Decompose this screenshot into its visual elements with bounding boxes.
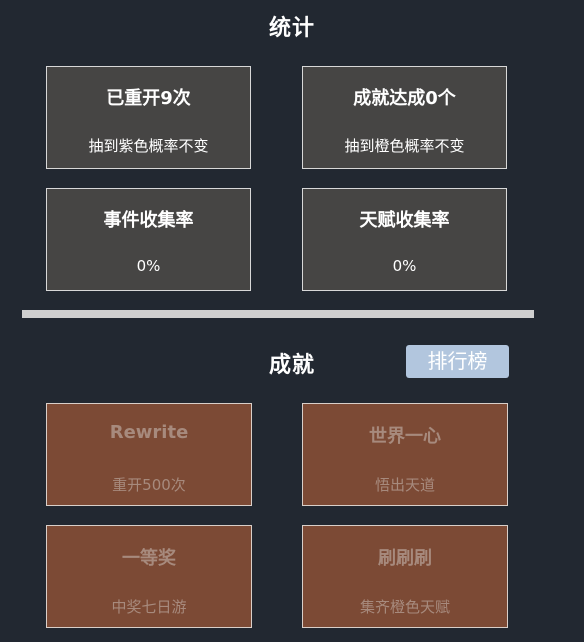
stat-card-title: 成就达成0个 <box>353 88 456 109</box>
achievement-card-world-one-heart[interactable]: 世界一心 悟出天道 <box>302 403 508 506</box>
stat-card-restarts: 已重开9次 抽到紫色概率不变 <box>46 66 251 169</box>
stat-card-value: 0% <box>392 257 417 275</box>
achievement-card-first-prize[interactable]: 一等奖 中奖七日游 <box>46 525 252 628</box>
stat-card-value: 0% <box>136 257 161 275</box>
stat-card-title: 天赋收集率 <box>359 210 450 231</box>
stat-card-title: 事件收集率 <box>103 210 194 231</box>
leaderboard-button[interactable]: 排行榜 <box>406 345 509 378</box>
section-divider <box>22 310 534 318</box>
achievement-title: 刷刷刷 <box>378 548 432 569</box>
achievement-card-rewrite[interactable]: Rewrite 重开500次 <box>46 403 252 506</box>
achievement-title: 世界一心 <box>369 426 441 447</box>
stats-title: 统计 <box>268 16 315 41</box>
stat-card-subtitle: 抽到紫色概率不变 <box>88 137 209 155</box>
stat-card-talent-collection: 天赋收集率 0% <box>302 188 507 291</box>
stat-card-title: 已重开9次 <box>106 88 191 109</box>
stat-card-event-collection: 事件收集率 0% <box>46 188 251 291</box>
achievement-title: Rewrite <box>109 422 189 443</box>
achievement-title: 一等奖 <box>122 548 176 569</box>
stat-card-subtitle: 抽到橙色概率不变 <box>344 137 465 155</box>
lifesim-stats-page: 统计 已重开9次 抽到紫色概率不变 成就达成0个 抽到橙色概率不变 事件收集率 … <box>0 0 584 642</box>
achievement-description: 重开500次 <box>112 476 186 494</box>
achievement-description: 集齐橙色天赋 <box>359 598 450 616</box>
achievement-description: 中奖七日游 <box>111 598 187 616</box>
stat-card-achievements-count: 成就达成0个 抽到橙色概率不变 <box>302 66 507 169</box>
achievement-card-grind[interactable]: 刷刷刷 集齐橙色天赋 <box>302 525 508 628</box>
achievement-description: 悟出天道 <box>374 476 435 494</box>
